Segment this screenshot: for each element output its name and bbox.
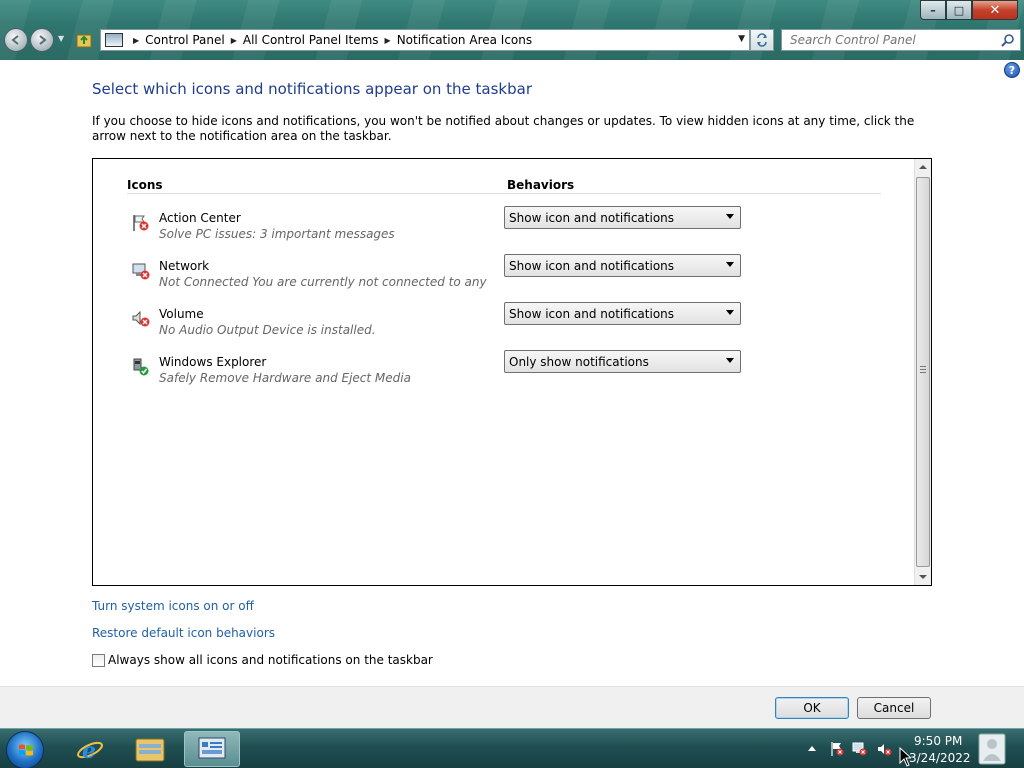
always-show-option[interactable]: Always show all icons and notifications … bbox=[92, 653, 433, 667]
cancel-button[interactable]: Cancel bbox=[857, 697, 931, 719]
show-hidden-icons-arrow-icon[interactable] bbox=[808, 746, 816, 751]
clock-time[interactable]: 9:50 PM bbox=[914, 734, 962, 748]
taskbar-control-panel[interactable] bbox=[184, 731, 240, 767]
address-history-chevron-down-icon[interactable]: ▼ bbox=[738, 34, 745, 44]
page-title: Select which icons and notifications app… bbox=[92, 80, 532, 98]
window-controls: – □ ✕ bbox=[920, 0, 1018, 20]
mouse-cursor-icon bbox=[899, 747, 911, 767]
always-show-checkbox[interactable] bbox=[92, 653, 105, 667]
minimize-button[interactable]: – bbox=[920, 0, 946, 20]
taskbar-windows-explorer[interactable] bbox=[122, 731, 178, 767]
network-icon bbox=[132, 263, 150, 280]
chevron-down-icon bbox=[726, 358, 734, 363]
row-description: Solve PC issues: 3 important messages bbox=[159, 227, 395, 241]
row-description: No Audio Output Device is installed. bbox=[159, 323, 376, 337]
taskbar-internet-explorer[interactable]: e bbox=[62, 731, 118, 767]
address-bar[interactable]: ▶ Control Panel ▶ All Control Panel Item… bbox=[100, 29, 750, 51]
row-description: Not Connected You are currently not conn… bbox=[159, 275, 489, 289]
behavior-select[interactable]: Show icon and notifications bbox=[504, 254, 741, 277]
action-center-flag-icon bbox=[133, 215, 149, 231]
header-divider bbox=[127, 193, 881, 194]
breadcrumb-all-control-panel-items[interactable]: All Control Panel Items bbox=[243, 33, 379, 47]
turn-system-icons-link[interactable]: Turn system icons on or off bbox=[92, 599, 254, 613]
column-header-behaviors: Behaviors bbox=[507, 178, 575, 192]
vertical-scrollbar[interactable] bbox=[914, 159, 931, 585]
forward-arrow-icon bbox=[39, 35, 47, 45]
behavior-select-value: Show icon and notifications bbox=[509, 258, 675, 273]
control-panel-icon bbox=[198, 737, 226, 759]
taskbar: e 9:50 PM 3/24/2022 bbox=[0, 728, 1024, 768]
user-icon bbox=[978, 733, 1006, 765]
row-name: Network bbox=[159, 259, 210, 273]
breadcrumb-separator-icon[interactable]: ▶ bbox=[133, 36, 139, 45]
forward-button[interactable] bbox=[30, 28, 54, 52]
clock-date[interactable]: 3/24/2022 bbox=[909, 751, 971, 765]
page-description: If you choose to hide icons and notifica… bbox=[92, 114, 915, 143]
list-item-action-center: Action Center Solve PC issues: 3 importa… bbox=[131, 206, 881, 251]
safely-remove-hardware-icon bbox=[133, 358, 149, 376]
refresh-icon bbox=[757, 33, 767, 47]
maximize-button[interactable]: □ bbox=[946, 0, 972, 20]
network-tray-icon[interactable] bbox=[852, 741, 868, 757]
list-item-volume: Volume No Audio Output Device is install… bbox=[131, 302, 881, 347]
list-item-network: Network Not Connected You are currently … bbox=[131, 254, 881, 299]
action-center-tray-icon[interactable] bbox=[829, 741, 845, 757]
search-icon[interactable] bbox=[1001, 33, 1015, 47]
ok-button[interactable]: OK bbox=[775, 697, 849, 719]
chevron-down-icon bbox=[726, 262, 734, 267]
up-folder-icon[interactable] bbox=[75, 31, 93, 49]
search-box[interactable] bbox=[781, 29, 1021, 51]
behavior-select[interactable]: Show icon and notifications bbox=[504, 302, 741, 325]
list-item-windows-explorer: Windows Explorer Safely Remove Hardware … bbox=[131, 350, 881, 395]
behavior-select-value: Only show notifications bbox=[509, 354, 649, 369]
windows-logo-icon bbox=[19, 744, 33, 756]
row-name: Volume bbox=[159, 307, 204, 321]
chevron-down-icon bbox=[726, 214, 734, 219]
help-icon[interactable]: ? bbox=[1004, 62, 1020, 78]
folder-icon bbox=[135, 738, 165, 762]
volume-icon bbox=[132, 310, 150, 327]
breadcrumb-control-panel[interactable]: Control Panel bbox=[145, 33, 225, 47]
volume-tray-icon[interactable] bbox=[877, 741, 893, 757]
svg-text:e: e bbox=[82, 738, 96, 764]
start-button[interactable] bbox=[6, 731, 44, 768]
row-description: Safely Remove Hardware and Eject Media bbox=[159, 371, 411, 385]
recent-pages-chevron-down-icon[interactable]: ▼ bbox=[58, 34, 64, 43]
row-name: Action Center bbox=[159, 211, 241, 225]
internet-explorer-icon: e bbox=[77, 738, 103, 764]
always-show-label[interactable]: Always show all icons and notifications … bbox=[108, 653, 433, 667]
behavior-select-value: Show icon and notifications bbox=[509, 306, 675, 321]
content-area: ? Select which icons and notifications a… bbox=[0, 60, 1024, 686]
scroll-up-arrow-icon[interactable] bbox=[919, 165, 927, 169]
search-input[interactable] bbox=[790, 33, 990, 47]
dialog-footer: OK Cancel bbox=[0, 686, 1024, 728]
window-titlebar: – □ ✕ ▼ ▶ Control Panel ▶ All Control Pa… bbox=[0, 0, 1024, 60]
row-name: Windows Explorer bbox=[159, 355, 267, 369]
grip-icon bbox=[920, 366, 926, 374]
refresh-button[interactable] bbox=[750, 29, 774, 51]
behavior-select-value: Show icon and notifications bbox=[509, 210, 675, 225]
behavior-select[interactable]: Show icon and notifications bbox=[504, 206, 741, 229]
breadcrumb-separator-icon[interactable]: ▶ bbox=[385, 36, 391, 45]
close-button[interactable]: ✕ bbox=[972, 0, 1018, 20]
restore-default-behaviors-link[interactable]: Restore default icon behaviors bbox=[92, 626, 275, 640]
chevron-down-icon bbox=[726, 310, 734, 315]
control-panel-icon bbox=[105, 33, 123, 47]
column-header-icons: Icons bbox=[127, 178, 163, 192]
breadcrumb-notification-area-icons[interactable]: Notification Area Icons bbox=[397, 33, 532, 47]
behavior-select[interactable]: Only show notifications bbox=[504, 350, 741, 373]
back-arrow-icon bbox=[11, 35, 19, 45]
scroll-down-arrow-icon[interactable] bbox=[919, 575, 927, 579]
scroll-thumb[interactable] bbox=[916, 177, 930, 567]
breadcrumb-separator-icon[interactable]: ▶ bbox=[231, 36, 237, 45]
user-avatar-button[interactable] bbox=[972, 729, 1012, 768]
back-button[interactable] bbox=[4, 28, 28, 52]
notification-icons-list: Icons Behaviors Action Center Solve PC i… bbox=[92, 158, 932, 586]
